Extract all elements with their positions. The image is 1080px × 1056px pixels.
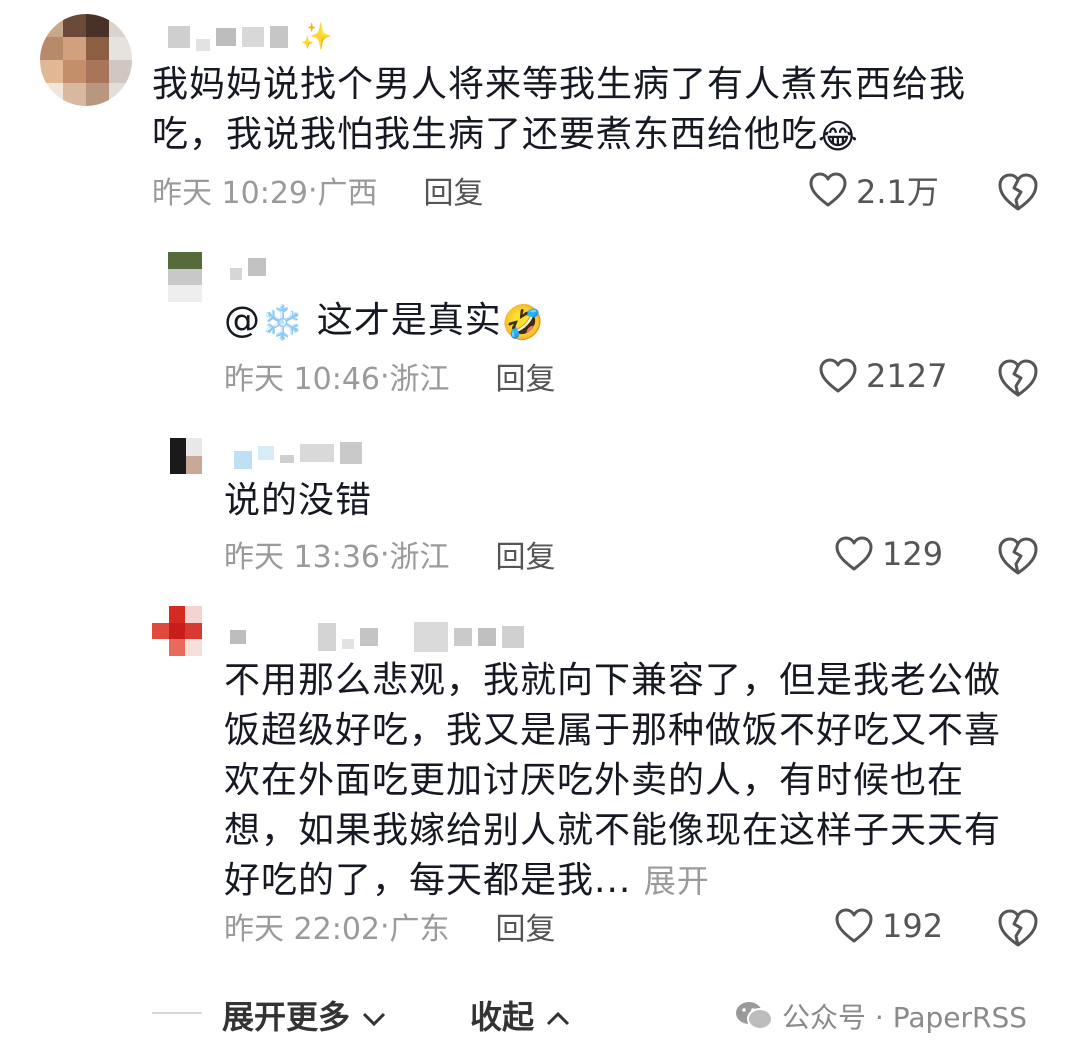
broken-heart-icon[interactable] [996, 534, 1040, 578]
broken-heart-icon[interactable] [996, 170, 1040, 214]
collapse-replies-button[interactable]: 收起 [470, 992, 571, 1038]
username[interactable] [234, 436, 362, 470]
avatar[interactable] [40, 14, 132, 106]
like-count: 192 [882, 907, 944, 945]
comment-time: 昨天 10:29 [152, 176, 308, 211]
watermark: 公众号 · PaperRSS [734, 996, 1027, 1036]
like-button[interactable]: 2.1万 [808, 168, 939, 212]
comment-text: 说的没错 [224, 480, 373, 521]
comment-time: 昨天 13:36 [224, 540, 380, 575]
divider-line [152, 1012, 202, 1014]
like-count: 129 [882, 535, 944, 573]
reply-button[interactable]: 回复 [496, 904, 556, 948]
like-button[interactable]: 192 [834, 904, 943, 948]
username[interactable] [230, 250, 266, 284]
comment-location: 广西 [317, 176, 378, 211]
comment-location: 浙江 [389, 540, 450, 575]
laugh-cry-emoji: 😂 [818, 117, 859, 157]
like-count: 2.1万 [856, 173, 939, 211]
comment-text: @❄️ 这才是真实🤣 [224, 296, 1004, 348]
rolling-laugh-emoji: 🤣 [501, 303, 546, 343]
heart-outline-icon [835, 536, 873, 571]
mention[interactable]: @ [224, 300, 261, 341]
heart-outline-icon [809, 172, 847, 207]
chevron-up-icon [547, 1011, 570, 1026]
comment-location: 浙江 [389, 362, 450, 397]
chevron-down-icon [363, 1012, 386, 1027]
comment-location: 广东 [389, 912, 450, 947]
username[interactable]: ✨ [168, 20, 332, 54]
show-more-replies-button[interactable]: 展开更多 [222, 992, 387, 1038]
like-count: 2127 [866, 357, 948, 395]
reply-button[interactable]: 回复 [496, 532, 556, 576]
heart-outline-icon [819, 358, 857, 393]
avatar[interactable] [152, 606, 202, 656]
reply-button[interactable]: 回复 [424, 168, 484, 212]
reply-button[interactable]: 回复 [496, 354, 556, 398]
sparkle-icon: ✨ [300, 22, 333, 52]
like-button[interactable]: 129 [834, 532, 943, 576]
broken-heart-icon[interactable] [996, 356, 1040, 400]
wechat-icon [736, 1002, 773, 1030]
expand-link[interactable]: 展开 [644, 862, 710, 900]
like-button[interactable]: 2127 [818, 354, 947, 398]
comment-text: 不用那么悲观，我就向下兼容了，但是我老公做饭超级好吃，我又是属于那种做饭不好吃又… [224, 660, 1002, 901]
comment-time: 昨天 10:46 [224, 362, 380, 397]
comment-time: 昨天 22:02 [224, 912, 380, 947]
snowflake-emoji: ❄️ [261, 303, 305, 343]
avatar[interactable] [168, 252, 202, 302]
broken-heart-icon[interactable] [996, 906, 1040, 950]
username[interactable] [230, 620, 524, 654]
comment-text: 我妈妈说找个男人将来等我生病了有人煮东西给我吃，我说我怕我生病了还要煮东西给他吃… [152, 60, 1012, 162]
heart-outline-icon [835, 908, 873, 943]
avatar[interactable] [170, 438, 202, 474]
